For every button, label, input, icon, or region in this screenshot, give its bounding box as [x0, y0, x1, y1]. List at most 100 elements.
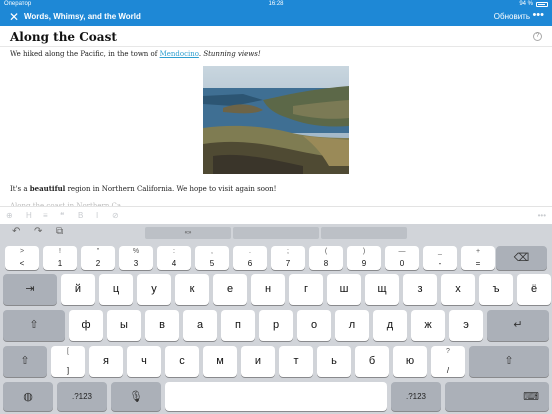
key-bracket[interactable]: [] [51, 346, 85, 377]
space-bar[interactable] [165, 382, 387, 411]
key-д[interactable]: д [373, 310, 407, 341]
close-icon[interactable]: ✕ [9, 10, 19, 24]
bold-icon[interactable]: B [78, 211, 83, 220]
key-я[interactable]: я [89, 346, 123, 377]
battery-icon [536, 1, 548, 7]
more-format-icon[interactable]: ••• [538, 211, 546, 220]
numbers-key-left[interactable]: .?123 [57, 382, 107, 411]
undo-icon[interactable]: ↶ [12, 226, 20, 237]
key-ф[interactable]: ф [69, 310, 103, 341]
backspace-key[interactable]: ⌫ [496, 246, 547, 270]
paragraph-1-text: We hiked along the Pacific, in the town … [10, 50, 160, 58]
key-й[interactable]: й [61, 274, 95, 305]
post-editor[interactable]: Along the Coast ? We hiked along the Pac… [0, 26, 552, 206]
key-к[interactable]: к [175, 274, 209, 305]
key-number-0[interactable]: > < [5, 246, 39, 270]
key-secondary-label: ) [362, 248, 366, 255]
paste-icon[interactable]: ⧉ [56, 226, 63, 237]
microphone-key[interactable]: 🎙 [111, 382, 161, 411]
key-number-12[interactable]: + = [461, 246, 495, 270]
key-ы[interactable]: ы [107, 310, 141, 341]
key-ь[interactable]: ь [317, 346, 351, 377]
quote-icon[interactable]: ❝ [60, 211, 64, 220]
key-secondary-label: " [96, 248, 100, 255]
key-number-10[interactable]: —0 [385, 246, 419, 270]
key-number-4[interactable]: :4 [157, 246, 191, 270]
coast-photo-image [203, 66, 349, 174]
suggestion-3[interactable] [321, 227, 407, 239]
key-number-7[interactable]: ; 7 [271, 246, 305, 270]
key-number-1[interactable]: ! 1 [43, 246, 77, 270]
key-е[interactable]: е [213, 274, 247, 305]
shift-key-left-lower[interactable]: ⇧ [3, 346, 47, 377]
key-primary-label: 1 [57, 259, 63, 268]
format-toolbar: ⊕ H ≡ ❝ B I ⊘ ••• [0, 206, 552, 224]
key-ж[interactable]: ж [411, 310, 445, 341]
globe-key[interactable]: ◍ [3, 382, 53, 411]
update-button[interactable]: Обновить [494, 12, 530, 21]
key-ю[interactable]: ю [393, 346, 427, 377]
help-icon[interactable]: ? [533, 32, 542, 41]
key-т[interactable]: т [279, 346, 313, 377]
key-primary-label: 9 [361, 259, 367, 268]
key-о[interactable]: о [297, 310, 331, 341]
redo-icon[interactable]: ↷ [34, 226, 42, 237]
key-ч[interactable]: ч [127, 346, 161, 377]
key-и[interactable]: и [241, 346, 275, 377]
key-л[interactable]: л [335, 310, 369, 341]
key-ё[interactable]: ё [517, 274, 551, 305]
key-primary-label: - [438, 259, 442, 268]
suggestion-1[interactable]: «» [145, 227, 231, 239]
italic-icon[interactable]: I [96, 211, 98, 220]
key-secondary-label: [ [67, 348, 69, 355]
key-ц[interactable]: ц [99, 274, 133, 305]
status-bar: Оператор 16:28 94 % [0, 0, 552, 8]
tab-key[interactable]: ⇥ [3, 274, 57, 305]
key-в[interactable]: в [145, 310, 179, 341]
key-с[interactable]: с [165, 346, 199, 377]
more-options-icon[interactable]: ••• [532, 9, 544, 21]
key-number-3[interactable]: % 3 [119, 246, 153, 270]
key-secondary-label: > [19, 248, 25, 255]
key-н[interactable]: н [251, 274, 285, 305]
key-р[interactable]: р [259, 310, 293, 341]
list-icon[interactable]: ≡ [43, 211, 48, 220]
paragraph-2[interactable]: It's a beautiful region in Northern Cali… [10, 184, 277, 193]
heading-icon[interactable]: H [26, 211, 32, 220]
hide-keyboard-key[interactable]: ⌨ [445, 382, 549, 411]
link-icon[interactable]: ⊘ [112, 211, 119, 220]
key-х[interactable]: х [441, 274, 475, 305]
key-number-5[interactable]: ,5 [195, 246, 229, 270]
shift-key-left[interactable]: ⇧ [3, 310, 65, 341]
add-block-icon[interactable]: ⊕ [6, 211, 13, 220]
key-у[interactable]: у [137, 274, 171, 305]
key-number-11[interactable]: _ - [423, 246, 457, 270]
key-primary-label: ] [66, 366, 70, 375]
key-ш[interactable]: ш [327, 274, 361, 305]
key-number-9[interactable]: ) 9 [347, 246, 381, 270]
key-ъ[interactable]: ъ [479, 274, 513, 305]
key-question[interactable]: ? / [431, 346, 465, 377]
post-title[interactable]: Along the Coast [10, 30, 117, 44]
mendocino-link[interactable]: Mendocino [160, 50, 199, 58]
key-number-8[interactable]: (8 [309, 246, 343, 270]
key-э[interactable]: э [449, 310, 483, 341]
key-г[interactable]: г [289, 274, 323, 305]
key-б[interactable]: б [355, 346, 389, 377]
key-а[interactable]: а [183, 310, 217, 341]
suggestion-2[interactable] [233, 227, 319, 239]
key-primary-label: / [446, 366, 450, 375]
key-м[interactable]: м [203, 346, 237, 377]
return-key[interactable]: ↵ [487, 310, 549, 341]
numbers-key-right[interactable]: .?123 [391, 382, 441, 411]
battery-indicator: 94 % [519, 0, 548, 8]
key-number-2[interactable]: " 2 [81, 246, 115, 270]
key-п[interactable]: п [221, 310, 255, 341]
paragraph-1[interactable]: We hiked along the Pacific, in the town … [10, 50, 261, 58]
key-з[interactable]: з [403, 274, 437, 305]
shift-key-right[interactable]: ⇧ [469, 346, 549, 377]
coast-photo[interactable] [203, 66, 349, 174]
key-щ[interactable]: щ [365, 274, 399, 305]
key-primary-label: < [19, 259, 25, 268]
key-number-6[interactable]: .6 [233, 246, 267, 270]
